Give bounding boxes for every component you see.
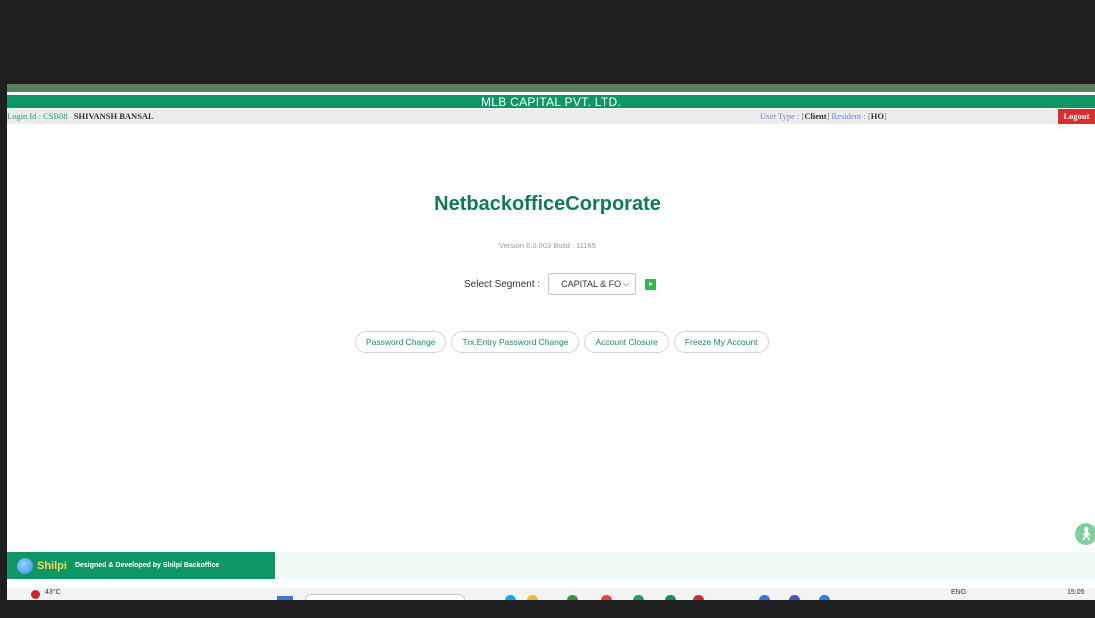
- taskbar-language[interactable]: ENG: [951, 589, 966, 596]
- go-button[interactable]: [645, 278, 657, 290]
- action-buttons: Password Change Trx.Entry Password Chang…: [355, 331, 769, 353]
- login-id: Login Id : CSB08 SHIVANSH BANSAL: [7, 109, 154, 124]
- version-text: Version 6.0.003 Build : 11165: [499, 241, 596, 250]
- logout-button[interactable]: Logout: [1058, 109, 1095, 124]
- left-dark-edge: [0, 0, 7, 618]
- segment-select[interactable]: CAPITAL & FO ⌵: [548, 273, 637, 295]
- account-closure-button[interactable]: Account Closure: [584, 331, 669, 353]
- footer-right-band: [275, 552, 1095, 579]
- app-title: NetbackofficeCorporate: [434, 193, 661, 215]
- footer-logo-text: Shilpi: [37, 559, 67, 572]
- resident-value: HO: [870, 111, 884, 121]
- segment-label: Select Segment :: [464, 278, 541, 290]
- bottom-dark-region: [7, 600, 1095, 618]
- weather-alert-icon: [31, 590, 40, 599]
- user-info-bar: Login Id : CSB08 SHIVANSH BANSAL User Ty…: [7, 109, 1095, 124]
- resident-label: ] Resident : [: [826, 111, 871, 121]
- user-type-info: User Type : [Client] Resident : [HO]: [760, 109, 887, 124]
- user-name: SHIVANSH BANSAL: [73, 111, 154, 121]
- user-type-value: Client: [804, 111, 827, 121]
- chevron-down-icon: ⌵: [623, 279, 630, 288]
- user-type-label: User Type : [: [760, 111, 805, 121]
- company-title-bar: MLB CAPITAL PVT. LTD.: [7, 95, 1095, 109]
- resident-close: ]: [883, 111, 887, 121]
- login-id-label: Login Id : CSB08: [7, 111, 68, 121]
- accessibility-icon[interactable]: 🚶︎: [1075, 523, 1095, 545]
- top-dark-region: [0, 0, 1095, 84]
- weather-temperature: 43°C: [45, 589, 61, 596]
- os-taskbar: 43°C ENG 15:05: [7, 588, 1095, 600]
- header-band: [7, 84, 1095, 92]
- taskbar-weather[interactable]: 43°C: [31, 589, 61, 599]
- company-name: MLB CAPITAL PVT. LTD.: [480, 95, 622, 109]
- trx-entry-password-change-button[interactable]: Trx.Entry Password Change: [451, 331, 580, 353]
- footer-brand: Shilpi Designed & Developed by Shilpi Ba…: [7, 552, 275, 579]
- segment-selected-value: CAPITAL & FO: [561, 279, 622, 289]
- freeze-my-account-button[interactable]: Freeze My Account: [673, 331, 769, 353]
- taskbar-clock[interactable]: 15:05: [1067, 589, 1085, 596]
- shilpi-globe-icon: [17, 557, 33, 574]
- footer-designed-text: Designed & Developed by Shilpi Backoffic…: [74, 562, 220, 569]
- password-change-button[interactable]: Password Change: [355, 331, 447, 353]
- segment-selector-row: Select Segment : CAPITAL & FO ⌵: [464, 273, 657, 295]
